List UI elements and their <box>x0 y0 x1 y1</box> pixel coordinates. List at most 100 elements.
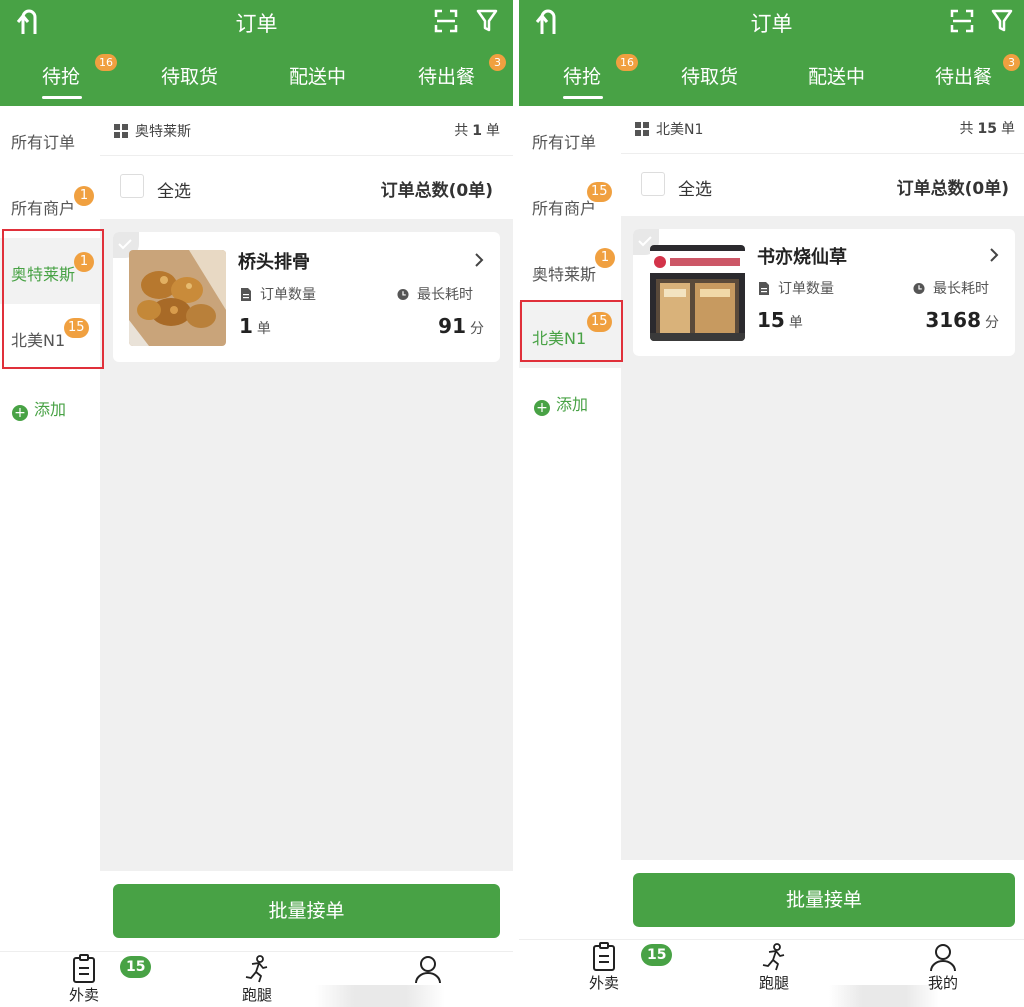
tab-pending[interactable]: 待抢 <box>42 62 80 89</box>
document-icon <box>759 282 769 295</box>
nav-badge: 15 <box>641 944 673 966</box>
nav-profile[interactable]: 我的 <box>903 942 983 993</box>
user-icon <box>415 956 441 984</box>
add-merchant-button[interactable]: + 添加 <box>534 391 588 416</box>
filter-icon[interactable] <box>991 9 1013 33</box>
chevron-right-icon[interactable] <box>474 252 484 268</box>
tab-badge: 16 <box>95 54 117 71</box>
merchant-sidebar: 所有订单 所有商户 1 奥特莱斯 1 北美N1 15 + 添加 <box>0 106 100 955</box>
sidebar-item-outlets[interactable]: 奥特莱斯 1 <box>0 238 100 304</box>
user-icon <box>930 944 956 972</box>
header: 订单 待抢 16 待取货 配送中 待出餐 3 <box>0 0 513 106</box>
select-all-label: 全选 <box>678 180 712 200</box>
plus-icon: + <box>534 400 550 416</box>
tab-active-underline <box>42 96 82 99</box>
shop-bar: 北美N1 共 15 单 <box>621 106 1024 154</box>
sidebar-item-outlets[interactable]: 奥特莱斯 1 <box>519 238 619 304</box>
document-icon <box>241 288 251 301</box>
merchant-badge: 15 <box>587 312 612 332</box>
tab-pickup[interactable]: 待取货 <box>161 62 218 89</box>
order-count-label: 订单数量 <box>260 287 316 303</box>
plus-icon: + <box>12 405 28 421</box>
order-total: 订单总数(0单) <box>380 181 493 201</box>
nav-shade <box>315 985 445 1007</box>
merchant-badge: 15 <box>587 182 612 202</box>
bottom-nav: 外卖 15 跑腿 我的 <box>519 939 1024 1007</box>
merchant-badge: 1 <box>74 252 94 272</box>
tab-awaiting-meal[interactable]: 待出餐 <box>935 62 992 89</box>
max-time-label: 最长耗时 <box>933 281 989 297</box>
order-count-label: 订单数量 <box>778 281 834 297</box>
tab-badge: 3 <box>1003 54 1020 71</box>
order-content: 奥特莱斯 共1单 全选 订单总数(0单) 桥头排骨 订单数量 最长耗时 1 单 … <box>100 106 513 955</box>
select-all-checkbox[interactable] <box>641 172 665 196</box>
check-icon <box>638 236 652 247</box>
merchant-badge: 1 <box>74 186 94 206</box>
max-time-label: 最长耗时 <box>417 287 473 303</box>
tab-badge: 16 <box>616 54 638 71</box>
tab-delivering[interactable]: 配送中 <box>808 62 865 89</box>
order-card[interactable]: 书亦烧仙草 订单数量 最长耗时 15 单 3168 分 <box>633 229 1015 356</box>
header: 订单 待抢 16 待取货 配送中 待出餐 3 <box>519 0 1024 106</box>
merchant-sidebar: 所有订单 所有商户 15 奥特莱斯 1 北美N1 15 + 添加 <box>519 106 621 955</box>
nav-takeout[interactable]: 外卖 <box>44 954 124 1005</box>
order-count-value: 1单 <box>239 314 271 338</box>
shop-order-count: 共1单 <box>454 123 500 139</box>
merchant-title: 书亦烧仙草 <box>757 247 847 268</box>
sidebar-item-beimei-n1[interactable]: 北美N1 15 <box>519 302 621 368</box>
merchant-badge: 1 <box>595 248 615 268</box>
grid-icon <box>635 122 649 136</box>
order-card[interactable]: 桥头排骨 订单数量 最长耗时 1单 91 分 <box>113 232 500 362</box>
fried-ribs-photo <box>129 250 226 346</box>
page-title: 订单 <box>750 12 793 36</box>
order-tabs: 待抢 16 待取货 配送中 待出餐 3 <box>0 44 513 106</box>
shop-name: 奥特莱斯 <box>135 124 191 140</box>
phone-screen-right: 订单 待抢 16 待取货 配送中 待出餐 3 所有订单 所有商户 15 奥特莱斯 1… <box>519 0 1024 1007</box>
scan-icon[interactable] <box>950 9 974 33</box>
sidebar-item-all-orders[interactable]: 所有订单 <box>519 106 619 172</box>
shop-bar: 奥特莱斯 共1单 <box>100 106 513 156</box>
sidebar-item-all-merchants[interactable]: 所有商户 1 <box>0 172 100 238</box>
chevron-right-icon[interactable] <box>989 247 999 263</box>
clock-icon <box>913 282 925 295</box>
select-bar: 全选 订单总数(0单) <box>621 154 1024 216</box>
tab-pending[interactable]: 待抢 <box>563 62 601 89</box>
nav-profile[interactable] <box>388 954 468 984</box>
bottom-nav: 外卖 15 跑腿 <box>0 951 513 1007</box>
check-icon <box>118 239 132 250</box>
sidebar-item-beimei-n1[interactable]: 北美N1 15 <box>0 304 100 370</box>
clipboard-icon <box>593 942 615 971</box>
order-tabs: 待抢 16 待取货 配送中 待出餐 3 <box>519 44 1024 106</box>
nav-errand[interactable]: 跑腿 <box>734 942 814 993</box>
max-time-value: 3168 分 <box>925 308 999 332</box>
grid-icon <box>114 124 128 138</box>
add-merchant-button[interactable]: + 添加 <box>12 396 66 421</box>
sidebar-item-all-merchants[interactable]: 所有商户 15 <box>519 172 619 238</box>
select-bar: 全选 订单总数(0单) <box>100 156 513 219</box>
tab-delivering[interactable]: 配送中 <box>289 62 346 89</box>
storefront-photo <box>650 245 745 341</box>
scan-icon[interactable] <box>434 9 458 33</box>
max-time-value: 91 分 <box>438 314 484 338</box>
nav-errand[interactable]: 跑腿 <box>217 954 297 1005</box>
select-all-label: 全选 <box>157 182 191 202</box>
clock-icon <box>397 288 409 301</box>
batch-area: 批量接单 <box>621 860 1024 940</box>
merchant-title: 桥头排骨 <box>238 252 310 273</box>
nav-takeout[interactable]: 外卖 <box>564 942 644 993</box>
nav-badge: 15 <box>120 956 152 978</box>
filter-icon[interactable] <box>476 9 498 33</box>
batch-accept-button[interactable]: 批量接单 <box>633 873 1015 927</box>
tab-awaiting-meal[interactable]: 待出餐 <box>418 62 475 89</box>
tab-badge: 3 <box>489 54 506 71</box>
runner-icon <box>245 955 268 983</box>
phone-screen-left: 订单 待抢 16 待取货 配送中 待出餐 3 所有订单 所有商户 1 奥特莱斯 1 … <box>0 0 513 1007</box>
batch-area: 批量接单 <box>100 871 513 951</box>
tab-pickup[interactable]: 待取货 <box>681 62 738 89</box>
select-all-checkbox[interactable] <box>120 174 144 198</box>
runner-icon <box>762 943 785 971</box>
batch-accept-button[interactable]: 批量接单 <box>113 884 500 938</box>
tab-active-underline <box>563 96 603 99</box>
sidebar-item-all-orders[interactable]: 所有订单 <box>0 106 100 172</box>
order-total: 订单总数(0单) <box>896 179 1009 199</box>
